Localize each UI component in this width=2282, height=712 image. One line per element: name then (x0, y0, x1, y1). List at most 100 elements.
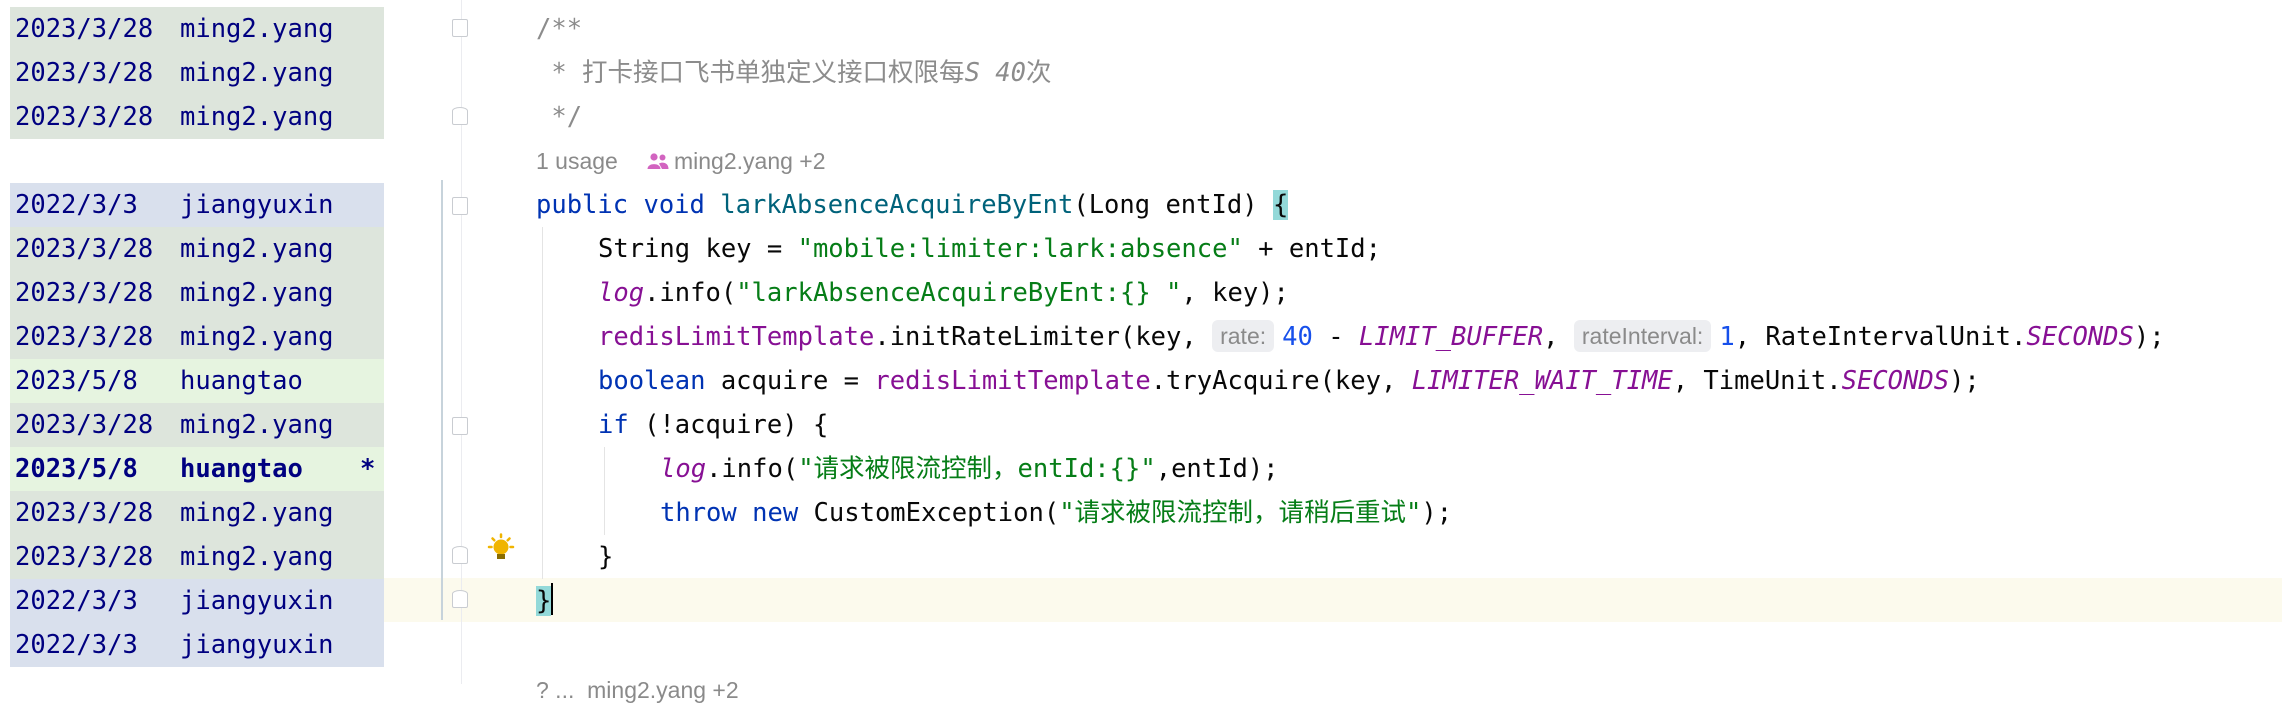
matched-brace: { (1272, 190, 1289, 220)
annotation-date: 2023/5/8 (15, 454, 138, 484)
vcs-annotation-gutter[interactable]: 2023/3/28 ming2.yang 2023/3/28 ming2.yang 20… (0, 0, 384, 684)
annotation-author: ming2.yang (180, 498, 334, 528)
code-token: , TimeUnit. (1672, 366, 1842, 396)
annotation-date: 2023/3/28 (15, 234, 154, 264)
code-token: LIMITER_WAIT_TIME (1411, 366, 1673, 396)
code-line[interactable]: throw new CustomException("请求被限流控制，请稍后重试… (660, 491, 1452, 535)
code-token: (Long entId) (1073, 190, 1273, 220)
code-line[interactable]: redisLimitTemplate.initRateLimiter(key, … (598, 315, 2165, 359)
annotation-row[interactable]: 2022/3/3 jiangyuxin (10, 623, 384, 667)
annotation-row[interactable]: 2023/3/28 ming2.yang (10, 227, 384, 271)
parameter-hint: rate: (1212, 320, 1275, 352)
fold-marker-comment-start[interactable] (452, 19, 468, 37)
code-token: - (1312, 322, 1359, 352)
annotation-date: 2023/3/28 (15, 410, 154, 440)
code-token: .tryAcquire(key, (1150, 366, 1412, 396)
code-token: if (598, 410, 645, 440)
fold-marker-method-end[interactable] (452, 590, 468, 608)
matched-brace: } (536, 586, 552, 616)
annotation-row[interactable]: 2023/3/28 ming2.yang (10, 95, 384, 139)
code-token: void (643, 190, 721, 220)
code-token: ); (1421, 498, 1453, 528)
code-token: CustomException( (813, 498, 1060, 528)
code-line[interactable]: boolean acquire = redisLimitTemplate.try… (598, 359, 1980, 403)
code-token: ); (2133, 322, 2165, 352)
code-token: redisLimitTemplate (874, 366, 1151, 396)
annotation-author: jiangyuxin (180, 630, 334, 660)
annotation-row[interactable]: 2023/3/28 ming2.yang (10, 271, 384, 315)
code-token: LIMIT_BUFFER (1358, 322, 1544, 352)
annotation-row[interactable]: 2022/3/3 jiangyuxin (10, 579, 384, 623)
annotation-row[interactable]: 2023/5/8 huangtao (10, 359, 384, 403)
code-token: ,entId); (1155, 454, 1279, 484)
code-token: public (536, 190, 644, 220)
code-token: 40 (1282, 322, 1313, 352)
code-token: , key); (1181, 278, 1289, 308)
annotation-row[interactable]: 2023/5/8 huangtao * (10, 447, 384, 491)
code-token: larkAbsenceAcquireByEnt (720, 190, 1074, 220)
fold-marker-method-start[interactable] (452, 197, 468, 215)
code-token: */ (536, 102, 583, 132)
code-token: .info( (706, 454, 799, 484)
code-token: 1 (1719, 322, 1735, 352)
code-token: (!acquire) { (644, 410, 829, 440)
annotation-author: ming2.yang (180, 542, 334, 572)
indent-guide (604, 447, 605, 535)
annotation-author: ming2.yang (180, 278, 334, 308)
authors-inlay[interactable]: ming2.yang +2 (674, 139, 826, 183)
annotation-author: ming2.yang (180, 234, 334, 264)
code-token: /** (536, 14, 583, 44)
annotation-row[interactable]: 2023/3/28 ming2.yang (10, 7, 384, 51)
annotation-row[interactable]: 2023/3/28 ming2.yang (10, 315, 384, 359)
usages-inlay[interactable]: 1 usage (536, 139, 618, 183)
code-line[interactable]: } (598, 535, 613, 579)
annotation-date: 2023/5/8 (15, 366, 138, 396)
annotation-author: ming2.yang (180, 102, 334, 132)
annotation-author: ming2.yang (180, 58, 334, 88)
code-token: * 打卡接口飞书单独定义接口权限每 (536, 58, 965, 88)
annotation-row[interactable]: 2023/3/28 ming2.yang (10, 51, 384, 95)
annotation-date: 2023/3/28 (15, 102, 154, 132)
code-token: redisLimitTemplate (598, 322, 875, 352)
code-line[interactable]: if (!acquire) { (598, 403, 828, 447)
annotation-date: 2022/3/3 (15, 630, 138, 660)
code-token: "mobile:limiter:lark:absence" (797, 234, 1243, 264)
annotation-row[interactable]: 2022/3/3 jiangyuxin (10, 183, 384, 227)
code-token: new (752, 498, 814, 528)
annotation-author: huangtao (180, 454, 303, 484)
annotation-row[interactable]: 2023/3/28 ming2.yang (10, 535, 384, 579)
code-token: "请求被限流控制，请稍后重试" (1059, 498, 1422, 528)
code-token: .info( (644, 278, 737, 308)
annotation-current-marker: * (360, 454, 376, 484)
people-icon (647, 153, 669, 169)
code-line[interactable]: */ (536, 95, 582, 139)
annotation-author: ming2.yang (180, 322, 334, 352)
annotation-date: 2023/3/28 (15, 322, 154, 352)
change-marker-bar[interactable] (441, 180, 443, 620)
fold-marker-comment-end[interactable] (452, 107, 468, 125)
code-token: SECONDS (1841, 366, 1950, 396)
code-line[interactable]: /** (536, 7, 582, 51)
code-line[interactable]: public void larkAbsenceAcquireByEnt(Long… (536, 183, 1289, 227)
annotation-row[interactable]: 2023/3/28 ming2.yang (10, 491, 384, 535)
code-line[interactable]: log.info("请求被限流控制，entId:{}",entId); (660, 447, 1279, 491)
fold-marker-if-start[interactable] (452, 417, 468, 435)
annotation-date: 2023/3/28 (15, 542, 154, 572)
code-line[interactable]: * 打卡接口飞书单独定义接口权限每S 40次 (536, 51, 1051, 95)
annotation-date: 2023/3/28 (15, 278, 154, 308)
code-token: boolean (598, 366, 721, 396)
annotation-date: 2023/3/28 (15, 14, 154, 44)
annotation-author: jiangyuxin (180, 586, 334, 616)
annotation-row[interactable]: 2023/3/28 ming2.yang (10, 403, 384, 447)
fold-marker-if-end[interactable] (452, 546, 468, 564)
code-token: "larkAbsenceAcquireByEnt:{} " (736, 278, 1182, 308)
lightbulb-intention-icon[interactable] (486, 533, 516, 567)
code-line[interactable]: } (536, 579, 554, 623)
code-token: SECONDS (2026, 322, 2134, 352)
bottom-usages-inlay[interactable]: ? ... ming2.yang +2 (536, 668, 739, 712)
code-line[interactable]: log.info("larkAbsenceAcquireByEnt:{} ", … (598, 271, 1289, 315)
code-token: log (598, 278, 645, 308)
annotation-date: 2023/3/28 (15, 498, 154, 528)
code-token: throw (660, 498, 753, 528)
code-line[interactable]: String key = "mobile:limiter:lark:absenc… (598, 227, 1381, 271)
